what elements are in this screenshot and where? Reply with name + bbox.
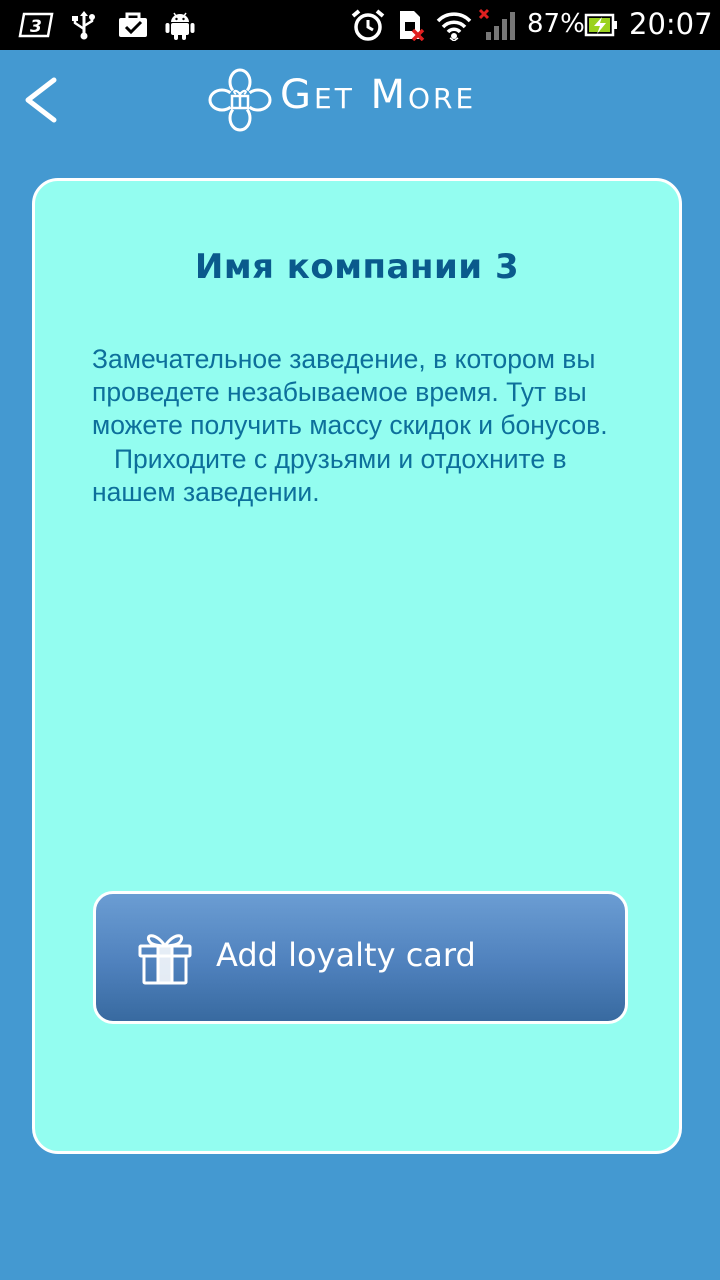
company-card: Имя компании 3 Замечательное заведение, …: [32, 178, 682, 1154]
app-bar: Get More: [0, 50, 720, 150]
clock: 20:07: [629, 7, 713, 41]
battery-percent: 87%: [527, 9, 585, 39]
android-icon: [164, 10, 196, 40]
status-bar: 3 87% 20:07: [0, 0, 720, 50]
signal-no-service-icon: [478, 8, 518, 40]
company-description: Замечательное заведение, в котором вы пр…: [92, 343, 632, 509]
flower-gift-icon: [208, 68, 272, 132]
battery-charging-icon: [584, 10, 618, 40]
description-paragraph-1: Замечательное заведение, в котором вы пр…: [92, 344, 608, 441]
briefcase-check-icon: [116, 10, 150, 40]
sim-error-icon: [396, 10, 426, 41]
svg-text:3: 3: [30, 17, 42, 37]
app-title: Get More: [280, 72, 477, 118]
3g-icon: 3: [18, 10, 54, 40]
company-name: Имя компании 3: [194, 247, 520, 287]
gift-icon: [138, 934, 192, 985]
add-loyalty-card-label: Add loyalty card: [216, 936, 476, 974]
chevron-left-icon: [25, 77, 57, 123]
description-paragraph-2: Приходите с друзьями и отдохните в нашем…: [92, 443, 567, 507]
alarm-icon: [350, 9, 386, 41]
add-loyalty-card-button[interactable]: Add loyalty card: [93, 891, 628, 1024]
wifi-icon: [436, 10, 472, 41]
back-button[interactable]: [10, 68, 70, 132]
usb-icon: [70, 10, 98, 40]
